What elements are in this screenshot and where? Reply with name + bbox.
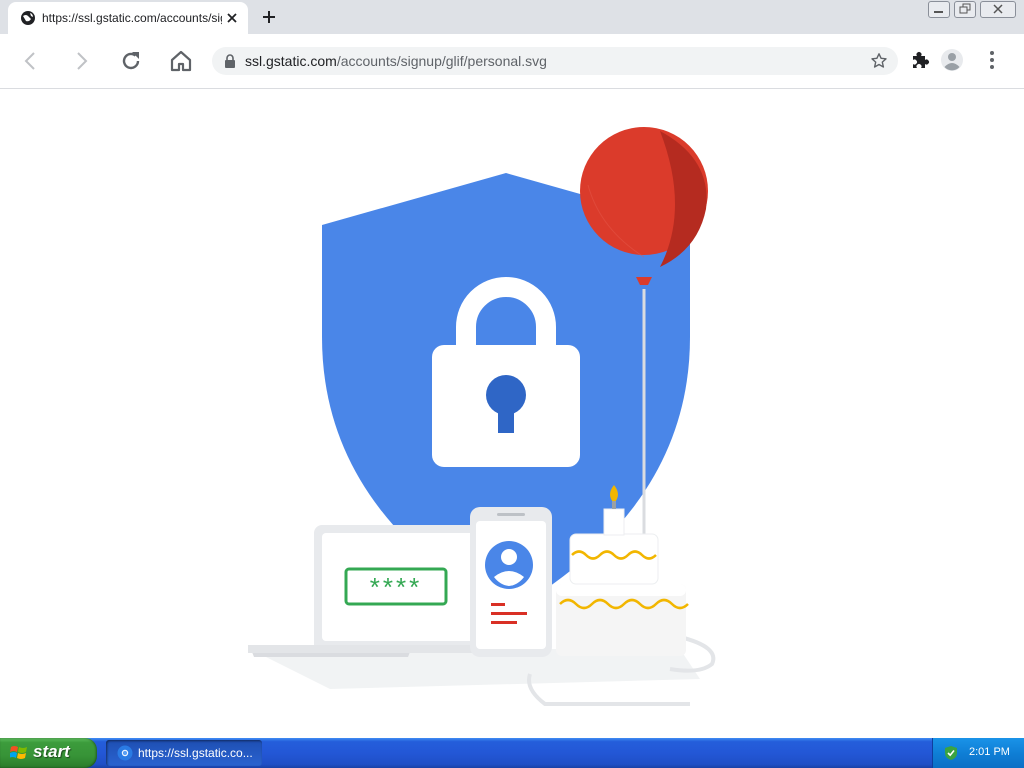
- profile-avatar-icon[interactable]: [940, 48, 964, 72]
- clock: 2:01 PM: [969, 746, 1010, 758]
- new-tab-icon[interactable]: [260, 8, 278, 26]
- globe-icon: [21, 11, 35, 25]
- windows-flag-icon: [10, 746, 27, 759]
- browser-tab-strip: https://ssl.gstatic.com/accounts/signup/…: [0, 0, 1024, 34]
- phone-icon: [470, 507, 552, 657]
- restore-button[interactable]: [954, 1, 976, 18]
- taskbar-item-browser[interactable]: https://ssl.gstatic.co...: [106, 740, 262, 766]
- minimize-button[interactable]: [928, 1, 950, 18]
- reload-icon[interactable]: [118, 48, 144, 74]
- more-menu-icon[interactable]: [980, 48, 1004, 72]
- home-icon[interactable]: [168, 48, 194, 74]
- chrome-icon: [117, 745, 133, 761]
- browser-toolbar: ssl.gstatic.com/accounts/signup/glif/per…: [0, 34, 1024, 89]
- taskbar-item-label: https://ssl.gstatic.co...: [138, 746, 253, 760]
- bookmark-star-icon[interactable]: [870, 52, 888, 70]
- laptop-icon: ****: [248, 525, 482, 657]
- lock-icon[interactable]: [224, 54, 236, 68]
- tab-title: https://ssl.gstatic.com/accounts/signup/…: [42, 11, 222, 25]
- page-content: ****: [0, 89, 1024, 737]
- extensions-puzzle-icon[interactable]: [908, 48, 932, 72]
- system-tray: 2:01 PM: [932, 738, 1024, 768]
- forward-arrow-icon[interactable]: [68, 48, 94, 74]
- url-path: /accounts/signup/glif/personal.svg: [336, 53, 547, 69]
- browser-tab[interactable]: https://ssl.gstatic.com/accounts/signup/…: [8, 2, 248, 34]
- url-text[interactable]: ssl.gstatic.com/accounts/signup/glif/per…: [245, 53, 547, 69]
- security-alert-icon[interactable]: [943, 745, 959, 761]
- security-illustration: ****: [248, 127, 716, 706]
- password-field: ****: [370, 572, 422, 602]
- close-window-button[interactable]: [980, 1, 1016, 18]
- url-host: ssl.gstatic.com: [245, 53, 337, 69]
- start-button[interactable]: start: [0, 738, 97, 768]
- close-tab-icon[interactable]: [224, 10, 240, 26]
- start-label: start: [33, 742, 70, 761]
- taskbar: start https://ssl.gstatic.co... 2:01 PM: [0, 738, 1024, 768]
- back-arrow-icon[interactable]: [18, 48, 44, 74]
- address-bar[interactable]: ssl.gstatic.com/accounts/signup/glif/per…: [212, 47, 898, 75]
